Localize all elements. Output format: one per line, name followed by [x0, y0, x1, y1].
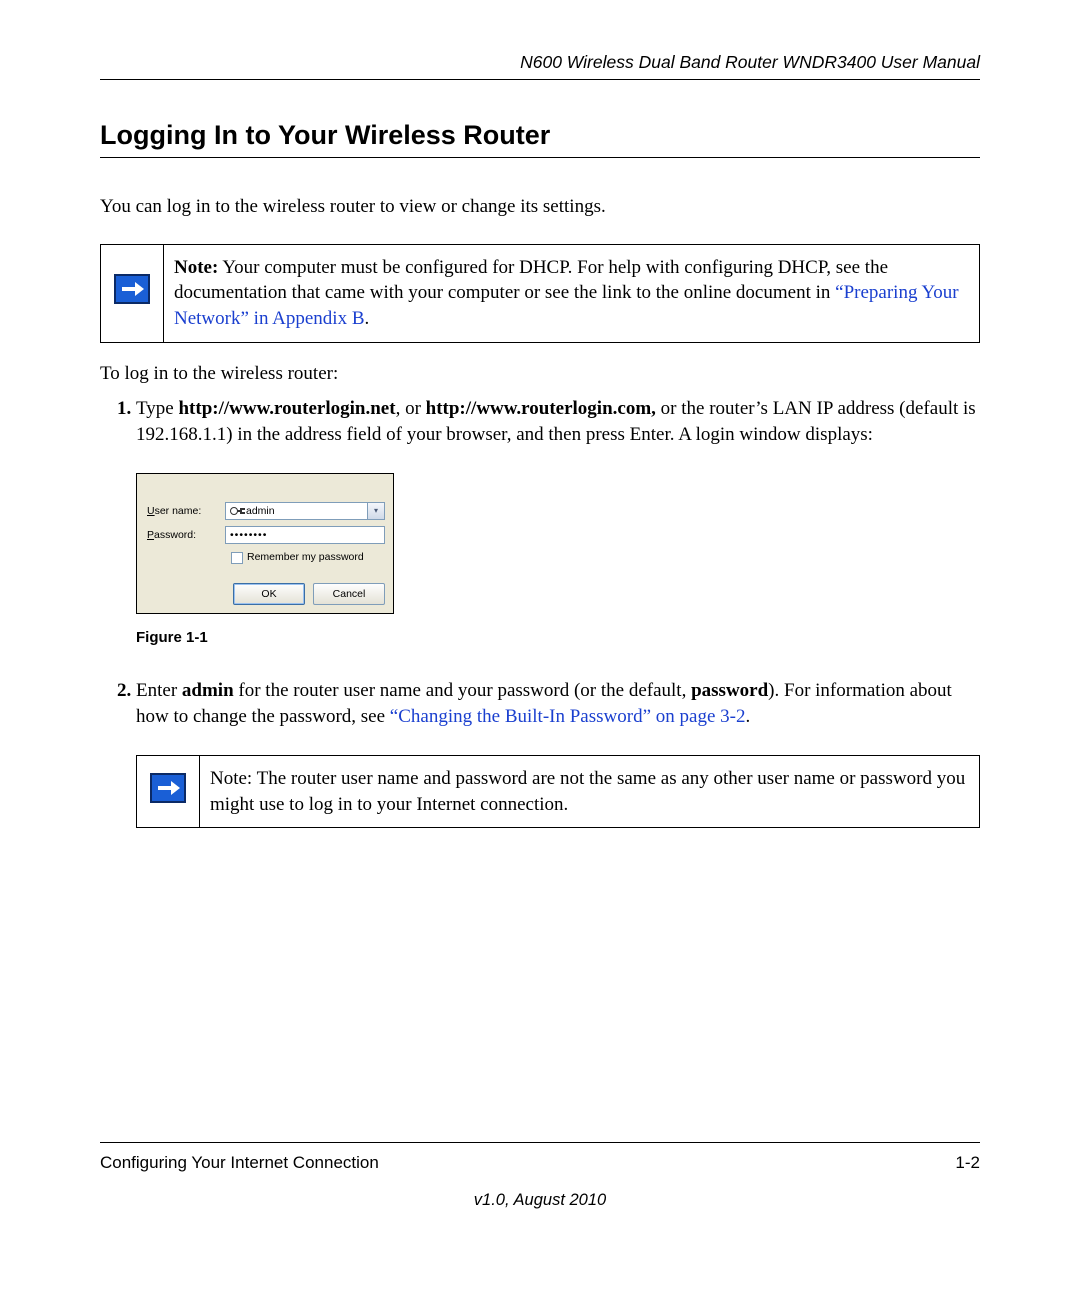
- key-icon: [230, 505, 242, 517]
- step-2: Enter admin for the router user name and…: [136, 678, 980, 849]
- steps-list: Type http://www.routerlogin.net, or http…: [100, 396, 980, 848]
- step1-url2: http://www.routerlogin.com,: [426, 398, 656, 419]
- ok-button[interactable]: OK: [233, 583, 305, 605]
- step1-url1: http://www.routerlogin.net: [178, 398, 395, 419]
- s2t2: for the router user name and your passwo…: [234, 680, 691, 701]
- step1-t1: Type: [136, 398, 178, 419]
- s2b2: password: [691, 680, 768, 701]
- cancel-button[interactable]: Cancel: [313, 583, 385, 605]
- body-content: You can log in to the wireless router to…: [100, 194, 980, 848]
- step-1: Type http://www.routerlogin.net, or http…: [136, 396, 980, 678]
- login-window: User name: admin ▾ Password: ••••••••: [136, 473, 394, 613]
- note-box-1: Note: Your computer must be configured f…: [100, 244, 980, 343]
- login-figure: User name: admin ▾ Password: ••••••••: [136, 473, 980, 647]
- note1-before: Your computer must be configured for DHC…: [174, 257, 888, 304]
- figure-caption: Figure 1-1: [136, 628, 980, 648]
- note2-text: The router user name and password are no…: [210, 768, 965, 815]
- section-heading: Logging In to Your Wireless Router: [100, 120, 980, 158]
- note-label: Note:: [174, 257, 218, 278]
- password-row: Password: ••••••••: [145, 526, 385, 544]
- note-text-cell: Note: Your computer must be configured f…: [164, 244, 980, 342]
- link-change-password[interactable]: “Changing the Built-In Password” on page…: [390, 706, 746, 727]
- password-mask: ••••••••: [230, 528, 267, 542]
- arrow-right-icon: [150, 773, 186, 803]
- chevron-down-icon[interactable]: ▾: [367, 503, 384, 519]
- lead-in: To log in to the wireless router:: [100, 361, 980, 387]
- arrow-right-icon: [114, 274, 150, 304]
- username-value: admin: [246, 504, 275, 518]
- note2-label: Note:: [210, 768, 252, 789]
- note2-text-cell: Note: The router user name and password …: [200, 756, 980, 828]
- password-field[interactable]: ••••••••: [225, 526, 385, 544]
- manual-title: N600 Wireless Dual Band Router WNDR3400 …: [520, 52, 980, 72]
- note-box-2: Note: The router user name and password …: [136, 755, 980, 828]
- username-row: User name: admin ▾: [145, 502, 385, 520]
- footer-version: v1.0, August 2010: [100, 1191, 980, 1210]
- manual-page: N600 Wireless Dual Band Router WNDR3400 …: [0, 0, 1080, 1296]
- note-icon-cell: [101, 244, 164, 342]
- s2t4: .: [745, 706, 750, 727]
- remember-checkbox[interactable]: [231, 552, 243, 564]
- page-header: N600 Wireless Dual Band Router WNDR3400 …: [100, 52, 980, 80]
- s2b1: admin: [182, 680, 234, 701]
- footer-page-number: 1-2: [955, 1153, 980, 1173]
- button-row: OK Cancel: [145, 583, 385, 605]
- intro-paragraph: You can log in to the wireless router to…: [100, 194, 980, 220]
- password-label: Password:: [145, 528, 225, 542]
- s2t1: Enter: [136, 680, 182, 701]
- username-field[interactable]: admin ▾: [225, 502, 385, 520]
- note1-after: .: [365, 308, 370, 329]
- remember-row: Remember my password: [231, 550, 385, 564]
- username-label: User name:: [145, 504, 225, 518]
- step1-mid: , or: [396, 398, 426, 419]
- footer-rule: Configuring Your Internet Connection 1-2: [100, 1142, 980, 1173]
- remember-label: Remember my password: [247, 550, 364, 564]
- note2-icon-cell: [137, 756, 200, 828]
- footer-section-name: Configuring Your Internet Connection: [100, 1153, 379, 1173]
- page-footer: Configuring Your Internet Connection 1-2…: [100, 1142, 980, 1210]
